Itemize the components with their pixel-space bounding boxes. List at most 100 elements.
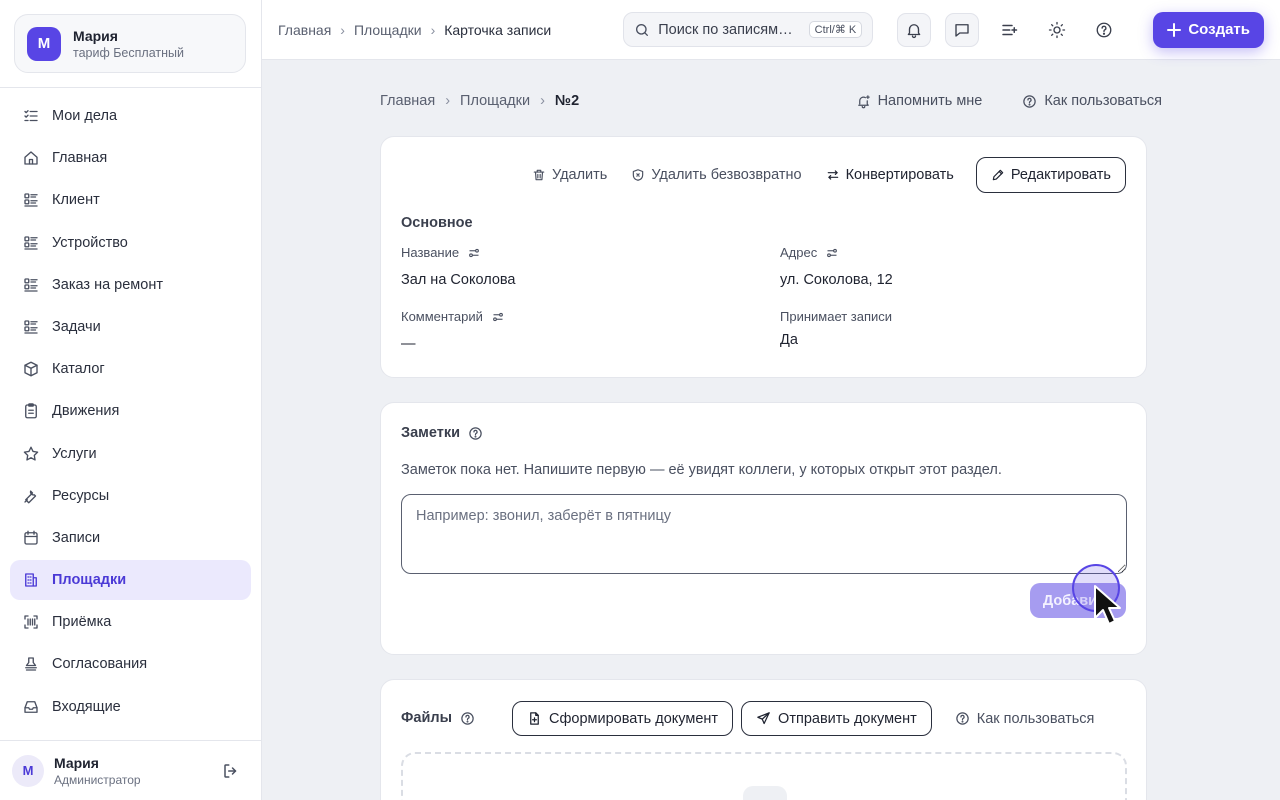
field-name: Название Зал на Соколова: [401, 245, 516, 288]
file-dropzone[interactable]: [401, 752, 1127, 800]
sidebar-item-4[interactable]: Заказ на ремонт: [10, 265, 251, 305]
inbox-icon: [22, 698, 40, 716]
workspace-profile-card[interactable]: М Мария тариф Бесплатный: [14, 14, 246, 73]
page-breadcrumb-home[interactable]: Главная: [380, 93, 435, 109]
edit-button[interactable]: Редактировать: [975, 157, 1126, 193]
scan-icon: [22, 613, 40, 631]
record-page: Главная › Площадки › №2 Напомнить мне Ка…: [262, 60, 1280, 800]
file-plus-icon: [530, 712, 539, 725]
sidebar-item-label: Заказ на ремонт: [52, 276, 163, 293]
search-input[interactable]: Поиск по записям… Ctrl/⌘ K: [623, 12, 874, 47]
field-name-value: Зал на Соколова: [401, 272, 516, 288]
arrows-swap-icon: [827, 170, 838, 180]
list-icon: [22, 191, 40, 209]
edit-label: Редактировать: [1010, 167, 1111, 183]
files-how-to-use-label: Как пользоваться: [976, 710, 1095, 727]
upload-icon: [743, 786, 787, 800]
list-icon: [22, 234, 40, 252]
help-circle-icon[interactable]: [468, 426, 483, 441]
page-breadcrumb-current: №2: [554, 93, 580, 109]
sidebar-item-10[interactable]: Записи: [10, 518, 251, 558]
delete-label: Удалить: [551, 167, 608, 183]
calendar-icon: [22, 529, 40, 547]
trash-icon: [533, 169, 545, 181]
field-accepts-label: Принимает записи: [780, 309, 893, 324]
sidebar-item-2[interactable]: Клиент: [10, 180, 251, 220]
sidebar-item-label: Согласования: [52, 656, 148, 673]
page-breadcrumb: Главная › Площадки › №2: [380, 93, 579, 109]
search-shortcut-badge: Ctrl/⌘ K: [808, 21, 863, 38]
field-address-label: Адрес: [780, 245, 818, 260]
notes-title-label: Заметки: [401, 425, 461, 441]
field-settings-icon[interactable]: [826, 247, 838, 259]
sidebar-item-12[interactable]: Приёмка: [10, 602, 251, 642]
notes-empty-text: Заметок пока нет. Напишите первую — её у…: [401, 462, 1002, 478]
delete-forever-button[interactable]: Удалить безвозвратно: [631, 167, 802, 183]
stamp-icon: [22, 655, 40, 673]
notes-title: Заметки: [401, 425, 483, 441]
files-title-label: Файлы: [401, 710, 452, 726]
field-accepts-bookings: Принимает записи Да: [780, 309, 892, 348]
sidebar-item-label: Клиент: [52, 192, 100, 209]
generate-document-button[interactable]: Сформировать документ: [512, 701, 734, 736]
how-to-use-link[interactable]: Как пользоваться: [1022, 93, 1162, 109]
sidebar-item-14[interactable]: Входящие: [10, 687, 251, 727]
delete-forever-label: Удалить безвозвратно: [651, 167, 802, 183]
convert-button[interactable]: Конвертировать: [826, 167, 954, 183]
sidebar-item-label: Площадки: [52, 572, 127, 589]
chevron-right-icon: ›: [430, 21, 436, 38]
files-card: Файлы Сформировать документ Отправить до…: [380, 679, 1147, 800]
sidebar-item-9[interactable]: Ресурсы: [10, 476, 251, 516]
sidebar-item-label: Движения: [52, 403, 120, 420]
help-circle-icon: [956, 712, 969, 725]
send-icon: [757, 712, 770, 725]
note-textarea[interactable]: [401, 494, 1127, 574]
footer-user-role: Администратор: [54, 772, 141, 787]
sidebar-item-11[interactable]: Площадки: [10, 560, 251, 601]
logout-icon[interactable]: [219, 759, 243, 783]
notifications-bell-icon[interactable]: [897, 12, 932, 47]
list-icon: [22, 276, 40, 294]
field-comment-value: —: [401, 336, 416, 352]
help-icon[interactable]: [1087, 13, 1121, 47]
wrench-icon: [22, 487, 40, 505]
field-settings-icon[interactable]: [492, 311, 504, 323]
sidebar-item-6[interactable]: Каталог: [10, 349, 251, 389]
box-icon: [22, 360, 40, 378]
page-breadcrumb-venues[interactable]: Площадки: [460, 93, 530, 109]
theme-sun-icon[interactable]: [1040, 13, 1074, 47]
add-task-list-icon[interactable]: [992, 13, 1026, 47]
sidebar-item-1[interactable]: Главная: [10, 138, 251, 178]
field-address: Адрес ул. Соколова, 12: [780, 245, 893, 288]
sidebar-item-7[interactable]: Движения: [10, 391, 251, 431]
create-button[interactable]: Создать: [1153, 11, 1264, 48]
topbar: Главная › Площадки › Карточка записи Пои…: [262, 0, 1280, 60]
mouse-cursor-icon: [1094, 585, 1121, 625]
breadcrumb-current: Карточка записи: [444, 21, 552, 38]
field-settings-icon[interactable]: [468, 247, 480, 259]
sidebar-item-3[interactable]: Устройство: [10, 223, 251, 263]
user-avatar[interactable]: М: [12, 754, 44, 787]
main-area: Главная › Площадки › Карточка записи Пои…: [262, 0, 1280, 800]
send-document-button[interactable]: Отправить документ: [741, 701, 932, 736]
breadcrumb-venues[interactable]: Площадки: [354, 22, 422, 38]
files-how-to-use-link[interactable]: Как пользоваться: [955, 710, 1095, 727]
workspace-user-name: Мария: [73, 27, 118, 44]
breadcrumb-home[interactable]: Главная: [278, 22, 331, 38]
sidebar-item-0[interactable]: Мои дела: [10, 96, 251, 136]
search-icon: [634, 22, 650, 38]
sidebar-item-5[interactable]: Задачи: [10, 307, 251, 347]
sidebar-item-13[interactable]: Согласования: [10, 644, 251, 684]
help-circle-icon[interactable]: [460, 711, 475, 726]
generate-document-label: Сформировать документ: [549, 710, 719, 727]
convert-label: Конвертировать: [845, 167, 954, 183]
chat-icon[interactable]: [944, 12, 979, 47]
sidebar-item-8[interactable]: Услуги: [10, 434, 251, 474]
delete-button[interactable]: Удалить: [532, 167, 607, 183]
shield-x-icon: [633, 169, 644, 181]
sidebar-item-label: Мои дела: [52, 108, 118, 124]
footer-user-name: Мария: [54, 754, 99, 771]
clipboard-icon: [22, 402, 40, 420]
remind-me-button[interactable]: Напомнить мне: [856, 93, 982, 109]
home-icon: [22, 149, 40, 167]
